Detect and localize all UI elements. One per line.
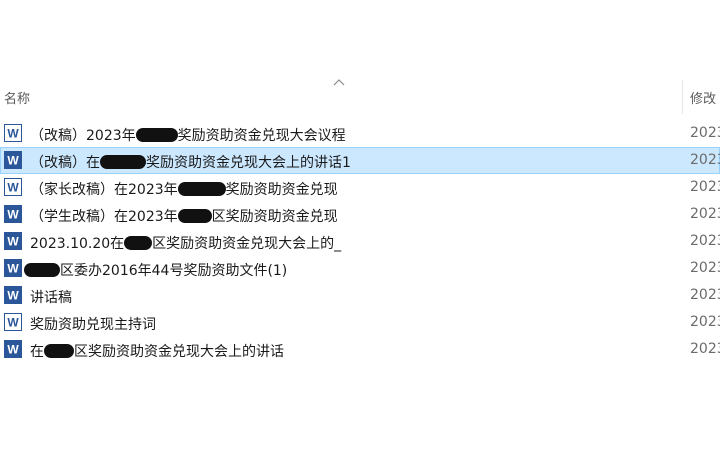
file-list: W （改稿）2023年奖励资助资金兑现大会议程 2023 W （改稿）在奖励资助… xyxy=(0,120,720,363)
file-name: （改稿）2023年 奖励资助资金兑现大会议程 xyxy=(30,128,346,144)
file-date-modified: 2023 xyxy=(690,233,720,249)
file-name: （改稿）在 奖励资助资金兑现大会上的讲话1 xyxy=(30,155,351,171)
file-name: （家长改稿）在2023年 奖励资助资金兑现 xyxy=(30,182,338,198)
svg-text:W: W xyxy=(7,316,19,330)
file-date-modified: 2023 xyxy=(690,206,720,222)
file-row[interactable]: W （学生改稿）在2023年区奖励资助资金兑现 2023 xyxy=(0,201,720,228)
svg-text:W: W xyxy=(7,289,19,303)
file-row[interactable]: W 在区奖励资助资金兑现大会上的讲话 2023 xyxy=(0,336,720,363)
redaction-mark xyxy=(44,344,74,358)
file-date-modified: 2023 xyxy=(690,287,720,303)
column-header-bar: 名称 修改 xyxy=(0,80,720,114)
file-row[interactable]: W （改稿）2023年奖励资助资金兑现大会议程 2023 xyxy=(0,120,720,147)
svg-text:W: W xyxy=(7,181,19,195)
word-document-icon: W xyxy=(4,124,22,142)
file-date-modified: 2023 xyxy=(690,125,720,141)
file-row[interactable]: W 讲话稿 2023 xyxy=(0,282,720,309)
redaction-mark xyxy=(24,263,60,277)
word-document-icon: W xyxy=(4,205,22,223)
redaction-mark xyxy=(177,182,226,196)
word-document-icon: W xyxy=(4,151,22,169)
file-name: 在区奖励资助资金兑现大会上的讲话 xyxy=(30,344,284,360)
file-row[interactable]: W 奖励资助兑现主持词 2023 xyxy=(0,309,720,336)
word-document-icon: W xyxy=(4,286,22,304)
file-name: 区委办2016年44号奖励资助文件(1) xyxy=(24,260,287,280)
word-document-icon: W xyxy=(4,178,22,196)
redaction-mark xyxy=(135,128,178,142)
file-name: 2023.10.20在 区奖励资助资金兑现大会上的_ xyxy=(30,236,342,252)
file-date-modified: 2023 xyxy=(690,179,720,195)
file-row[interactable]: W 区委办2016年44号奖励资助文件(1) 2023 xyxy=(0,255,720,282)
column-header-name[interactable]: 名称 xyxy=(4,88,30,107)
file-name: 讲话稿 xyxy=(30,290,72,306)
word-document-icon: W xyxy=(4,232,22,250)
file-name: （学生改稿）在2023年 区奖励资助资金兑现 xyxy=(30,209,338,225)
column-header-date-modified[interactable]: 修改 xyxy=(690,88,716,107)
word-document-icon: W xyxy=(4,259,22,277)
file-row-selected[interactable]: W （改稿）在奖励资助资金兑现大会上的讲话1 2023 xyxy=(0,147,720,174)
word-document-icon: W xyxy=(4,340,22,358)
word-document-icon: W xyxy=(4,313,22,331)
file-date-modified: 2023 xyxy=(690,341,720,357)
file-explorer-window: 名称 修改 W （改稿）2023年奖励资助资金兑现大会议程 2023 W （改稿… xyxy=(0,0,720,450)
column-divider[interactable] xyxy=(682,80,683,114)
file-row[interactable]: W 2023.10.20在区奖励资助资金兑现大会上的_ 2023 xyxy=(0,228,720,255)
file-date-modified: 2023 xyxy=(690,314,720,330)
svg-text:W: W xyxy=(7,262,19,276)
redaction-mark xyxy=(100,155,146,169)
svg-text:W: W xyxy=(7,208,19,222)
svg-text:W: W xyxy=(7,343,19,357)
svg-text:W: W xyxy=(7,235,19,249)
file-date-modified: 2023 xyxy=(690,260,720,276)
svg-text:W: W xyxy=(7,154,19,168)
redaction-mark xyxy=(177,209,212,223)
file-name: 奖励资助兑现主持词 xyxy=(30,317,156,333)
svg-text:W: W xyxy=(7,127,19,141)
file-row[interactable]: W （家长改稿）在2023年奖励资助资金兑现 2023 xyxy=(0,174,720,201)
file-date-modified: 2023 xyxy=(690,152,720,168)
redaction-mark xyxy=(124,236,153,250)
